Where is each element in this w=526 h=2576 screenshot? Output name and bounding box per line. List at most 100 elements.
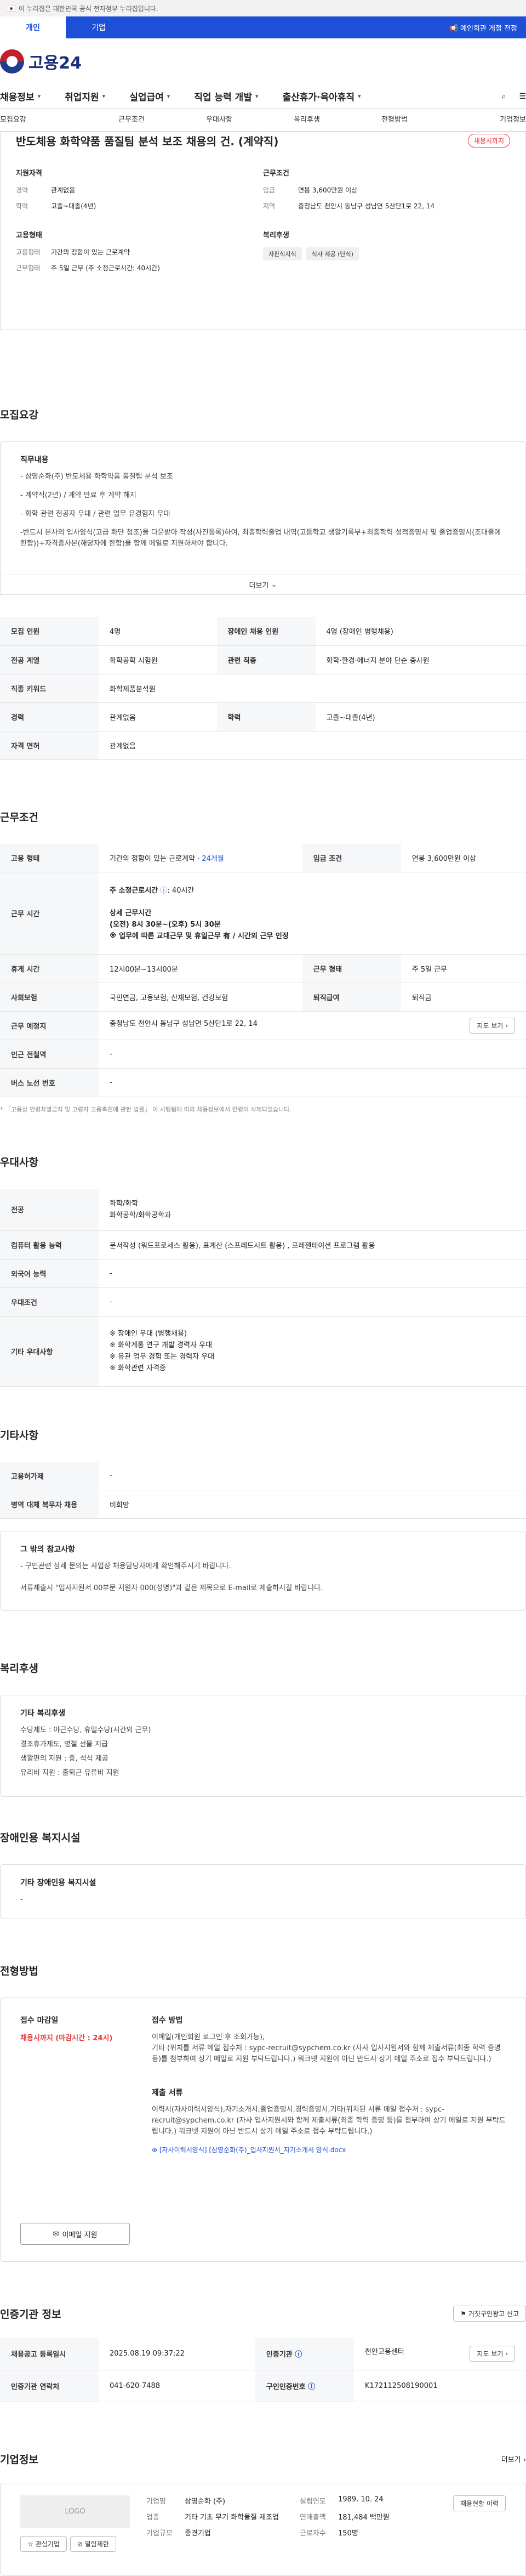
table-row: 기타 우대사항 ※ 장애인 우대 (병행채용) ※ 화학계통 연구 개발 경력자… <box>0 1316 526 1386</box>
cell-value: 비희망 <box>99 1490 526 1519</box>
user-type-tabs: 개인 기업 📢 예인회관 게정 전정 <box>0 16 526 38</box>
report-button[interactable]: ⚑ 거짓구인광고 신고 <box>453 2306 526 2322</box>
status-badge: 채용시까지 <box>468 134 510 147</box>
goyong24-logo-icon[interactable] <box>0 49 24 73</box>
table-row: 직종 키워드화학제품분석원 <box>0 674 526 702</box>
etc-line: - 구인관련 상세 문의는 사업장 채용담당자에게 확인해주시기 바랍니다. <box>20 1561 506 1572</box>
company-more-link[interactable]: 더보기 › <box>501 2454 526 2464</box>
cell-label: 고용 형태 <box>0 844 99 872</box>
gov-notice-bar: 이 누리집은 대한민국 공식 전자정부 누리집입니다. <box>0 0 526 16</box>
tab-welfare[interactable]: 복리후생 <box>263 109 351 131</box>
major-item: 화학/화학 <box>110 1198 515 1210</box>
etc-card: 그 밖의 참고사항 - 구인관련 상세 문의는 사업장 채용담당자에게 확인해주… <box>0 1531 526 1611</box>
disability-card: 기타 장애인용 복지시설 - <box>0 1864 526 1919</box>
employ-months: 24개월 <box>202 855 224 863</box>
welfare-chip: 식사 제공 (단식) <box>306 247 359 260</box>
cell-label: 학력 <box>217 702 316 731</box>
table-row: 컴퓨터 활용 능력 문서작성 (워드프로세스 활용), 표계산 (스프레드시트 … <box>0 1230 526 1259</box>
welfare-chip: 자판식지식 <box>263 247 302 260</box>
email-apply-button[interactable]: ✉이메일 지원 <box>20 2223 130 2245</box>
tab-company[interactable]: 기업정보 <box>438 109 526 131</box>
kv-key: 기업규모 <box>146 2527 179 2538</box>
cell-label: 컴퓨터 활용 능력 <box>0 1230 99 1259</box>
chevron-down-icon: ⌄ <box>271 581 277 589</box>
nav-employment-support[interactable]: 취업지원▾ <box>65 89 105 103</box>
summary-heading: 지원자격 <box>16 167 263 178</box>
tab-business[interactable]: 기업 <box>66 16 132 38</box>
preferences-section: 우대사항 전공 화학/화학화학공학/화학공학과 컴퓨터 활용 능력 문서작성 (… <box>0 1154 526 1387</box>
table-row: 사회보험 국민연금, 고용보험, 산재보험, 건강보험 퇴직급여 퇴직금 <box>0 983 526 1012</box>
star-icon: ☆ <box>27 2540 33 2548</box>
nav-training[interactable]: 직업 능력 개발▾ <box>194 89 258 103</box>
kv-key: 고용형태 <box>16 247 51 257</box>
nav-parental-leave[interactable]: 출산휴가·육아휴직▾ <box>283 89 361 103</box>
section-title: 복리후생 <box>0 1660 526 1675</box>
tab-process[interactable]: 전형방법 <box>351 109 438 131</box>
more-button[interactable]: 더보기 ⌄ <box>0 575 526 595</box>
nav-recruit[interactable]: 채용정보▾ <box>0 89 41 103</box>
desc-line: - 화학 관련 전공자 우대 / 관련 업무 유경험자 우대 <box>20 509 506 520</box>
hours-note: ※ 업무에 따른 교대근무 및 휴일근무 有 / 시간외 근무 인정 <box>110 930 515 942</box>
work-place: 충청남도 천안시 동남구 성남면 5산단1로 22, 14 <box>110 1020 258 1028</box>
cell-label: 근무 시간 <box>0 872 99 955</box>
cell-label: 고용허가제 <box>0 1462 99 1490</box>
download-link[interactable]: ⊕ [자사이력서양식] [삼영순화(주)_입사지원서_자기소개서 양식.docx <box>152 2145 506 2154</box>
info-icon[interactable]: ⓘ <box>160 887 167 895</box>
tab-recruit[interactable]: 모집요강 <box>0 109 88 131</box>
cell-label: 임금 조건 <box>302 844 401 872</box>
tab-conditions[interactable]: 근무조건 <box>88 109 175 131</box>
card-heading: 그 밖의 참고사항 <box>20 1544 506 1554</box>
docs-line: 이력서(자사이력서양식),자기소개서,졸업증명서,경력증명서,기타(위치된 서류… <box>152 2104 506 2137</box>
table-row: 휴게 시간 12시00분~13시00분 근무 형태 주 5일 근무 <box>0 955 526 983</box>
card-heading: 기타 장애인용 복지시설 <box>20 1877 506 1888</box>
disability-section: 장애인용 복지시설 기타 장애인용 복지시설 - <box>0 1830 526 1919</box>
process-card: 접수 마감일 채용시까지 (마감시간 : 24시) ✉이메일 지원 접수 방법 … <box>0 1998 526 2262</box>
recruit-history-button[interactable]: 채용현황 이력 <box>453 2495 506 2511</box>
cell-label: 퇴직급여 <box>302 983 401 1012</box>
kv-value: 연봉 3,600만원 이상 <box>298 185 357 195</box>
nav-unemployment[interactable]: 실업급여▾ <box>129 89 170 103</box>
menu-icon[interactable]: ☰ <box>519 92 526 101</box>
tab-personal[interactable]: 개인 <box>0 16 66 38</box>
site-logo-text[interactable]: 고용24 <box>28 49 82 73</box>
method-line: 이메일(개인회원 로그인 후 조회가능), <box>152 2032 506 2043</box>
favorite-company-button[interactable]: ☆ 관심기업 <box>20 2536 67 2552</box>
info-icon[interactable]: ⓘ <box>308 2383 315 2391</box>
block-company-button[interactable]: ⊘ 열람제한 <box>70 2536 116 2552</box>
cell-value: 화학제품분석원 <box>99 674 526 702</box>
cell-label: 장애인 채용 인원 <box>217 617 316 645</box>
kv-value: 150명 <box>338 2527 426 2538</box>
cell-label: 우대조건 <box>0 1287 99 1316</box>
table-row: 근무 시간 주 소정근로시간 ⓘ: 40시간 상세 근무시간 (오전) 8시 3… <box>0 872 526 955</box>
etc-item: ※ 장애인 우대 (병행채용) <box>110 1328 515 1340</box>
notice-link[interactable]: 📢 예인회관 게정 전정 <box>441 16 526 38</box>
cell-label: 근무 형태 <box>302 955 401 983</box>
cell-value: 화학·환경·에너지 분야 단순 종사원 <box>316 645 526 674</box>
kv-value: 고졸~대졸(4년) <box>51 201 96 211</box>
map-button[interactable]: 지도 보기 › <box>470 2346 515 2362</box>
cell-label: 사회보험 <box>0 983 99 1012</box>
chevron-down-icon: ▾ <box>38 93 41 100</box>
table-row: 버스 노선 번호 - <box>0 1069 526 1097</box>
info-icon[interactable]: ⓘ <box>295 2351 302 2359</box>
apply-label: 이메일 지원 <box>62 2229 97 2239</box>
section-title: 인증기관 정보 <box>0 2306 61 2321</box>
kv-key: 학력 <box>16 201 51 211</box>
preferences-table: 전공 화학/화학화학공학/화학공학과 컴퓨터 활용 능력 문서작성 (워드프로세… <box>0 1189 526 1387</box>
cell-value: 12시00분~13시00분 <box>99 955 302 983</box>
search-icon[interactable]: ⌕ <box>502 92 506 101</box>
desc-line: - 삼영순화(주) 반도체용 화학약품 품질팀 분석 보조 <box>20 472 506 483</box>
cell-label: 직종 키워드 <box>0 674 99 702</box>
welfare-line: 유리비 지원 : 출퇴근 유류비 지원 <box>20 1768 506 1779</box>
cell-value: - <box>99 1069 526 1097</box>
kv-key: 설립연도 <box>300 2495 333 2506</box>
cell-value: 문서작성 (워드프로세스 활용), 표계산 (스프레드시트 활용) , 프레젠테… <box>99 1230 526 1259</box>
tab-preferences[interactable]: 우대사항 <box>175 109 263 131</box>
hours-label: 주 소정근로시간 <box>110 887 158 895</box>
chevron-right-icon: › <box>505 1022 508 1030</box>
cell-value: 기간의 정함이 있는 근로계약 · 24개월 <box>99 844 302 872</box>
kv-key: 근로자수 <box>300 2527 333 2538</box>
nav-label: 직업 능력 개발 <box>194 89 252 103</box>
cell-label: 인증기관 ⓘ <box>255 2338 354 2370</box>
map-button[interactable]: 지도 보기 › <box>470 1018 515 1034</box>
